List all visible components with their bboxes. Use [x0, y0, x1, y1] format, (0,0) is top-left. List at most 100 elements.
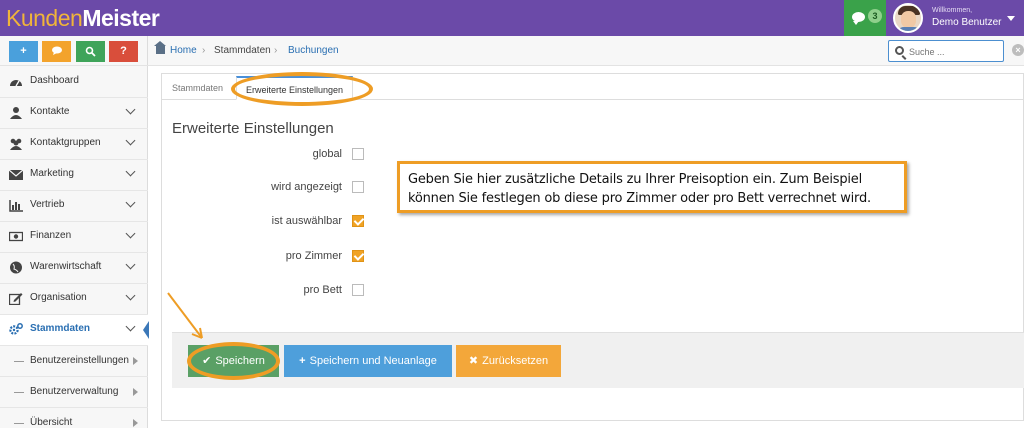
sidebar-item-dashboard[interactable]: Dashboard: [0, 67, 148, 98]
chevron-right-icon: [133, 357, 138, 365]
logo-part-meister: Meister: [82, 5, 160, 31]
user-menu-caret-icon[interactable]: [1007, 16, 1015, 21]
globe-icon: [10, 261, 22, 274]
envelope-icon: [9, 169, 23, 180]
plus-icon: +: [299, 355, 306, 367]
chevron-down-icon: [125, 321, 136, 332]
save-and-new-button-label: Speichern und Neuanlage: [309, 355, 437, 367]
field-label: ist auswählbar: [271, 215, 342, 227]
chevron-right-icon: [133, 419, 138, 427]
sidebar-subitem-uebersicht[interactable]: Übersicht: [0, 408, 148, 428]
avatar-shirt: [896, 27, 921, 31]
sidebar-item-organisation[interactable]: Organisation: [0, 284, 148, 315]
app-logo[interactable]: KundenMeister: [6, 4, 160, 32]
search-box[interactable]: [888, 40, 1004, 62]
tab-bar: Stammdaten Erweiterte Einstellungen: [161, 76, 1024, 100]
home-icon[interactable]: [154, 41, 166, 54]
help-icon[interactable]: ?: [109, 41, 138, 62]
checkbox-global[interactable]: [352, 148, 364, 160]
tab-erweiterte-einstellungen[interactable]: Erweiterte Einstellungen: [236, 76, 354, 100]
checkbox-ist-auswaehlbar[interactable]: [352, 215, 364, 227]
money-icon: [9, 231, 23, 242]
avatar-face: [901, 11, 916, 28]
sidebar-item-stammdaten[interactable]: Stammdaten: [0, 315, 149, 346]
subitem-dash: [14, 392, 24, 393]
sidebar-item-kontakte[interactable]: Kontakte: [0, 98, 148, 129]
callout-line-1: Geben Sie hier zusätzliche Details zu Ih…: [408, 172, 863, 187]
breadcrumb-home[interactable]: Home: [170, 45, 197, 56]
user-name[interactable]: Demo Benutzer: [932, 17, 1001, 28]
sidebar-item-finanzen[interactable]: Finanzen: [0, 222, 148, 253]
sidebar-item-label: Marketing: [30, 168, 74, 179]
sidebar-subitem-label: Benutzereinstellungen: [30, 355, 129, 366]
chevron-down-icon: [125, 259, 136, 270]
subitem-dash: [14, 423, 24, 424]
section-title: Erweiterte Einstellungen: [172, 120, 334, 137]
quick-buttons: + ?: [0, 36, 148, 66]
subitem-dash: [14, 361, 24, 362]
tab-stammdaten[interactable]: Stammdaten: [163, 76, 232, 100]
sidebar-item-label: Kontaktgruppen: [30, 137, 101, 148]
sidebar-subitem-label: Benutzerverwaltung: [30, 386, 119, 397]
sidebar-item-label: Stammdaten: [30, 323, 91, 334]
sidebar-item-label: Finanzen: [30, 230, 72, 241]
sidebar-item-marketing[interactable]: Marketing: [0, 160, 148, 191]
sidebar-subitem-benutzereinstellungen[interactable]: Benutzereinstellungen: [0, 346, 148, 377]
help-callout: Geben Sie hier zusätzliche Details zu Ih…: [397, 161, 907, 213]
chevron-down-icon: [125, 104, 136, 115]
search-input[interactable]: [909, 44, 999, 59]
checkbox-pro-zimmer[interactable]: [352, 250, 364, 262]
callout-text: Geben Sie hier zusätzliche Details zu Ih…: [408, 170, 871, 208]
save-and-new-button[interactable]: + Speichern und Neuanlage: [284, 345, 452, 377]
field-wird-angezeigt: wird angezeigt: [170, 179, 400, 199]
sidebar-item-label: Kontakte: [30, 106, 70, 117]
welcome-text: Willkommen,: [932, 7, 973, 14]
sidebar-item-label: Warenwirtschaft: [30, 261, 102, 272]
search-icon: [895, 46, 904, 55]
sidebar-item-label: Dashboard: [30, 75, 79, 86]
field-global: global: [170, 146, 400, 166]
avatar[interactable]: [893, 3, 923, 33]
chevron-down-icon: [125, 135, 136, 146]
sidebar-subitem-benutzerverwaltung[interactable]: Benutzerverwaltung: [0, 377, 148, 408]
chevron-down-icon: [125, 290, 136, 301]
breadcrumb-buchungen[interactable]: Buchungen: [288, 45, 339, 56]
field-pro-zimmer: pro Zimmer: [170, 248, 400, 268]
messages-button[interactable]: 3: [844, 0, 886, 36]
reset-button-label: Zurücksetzen: [482, 355, 549, 367]
breadcrumb: Home › Stammdaten › Buchungen ×: [148, 36, 1024, 66]
field-label: global: [312, 148, 342, 160]
field-label: wird angezeigt: [271, 181, 342, 193]
checkbox-wird-angezeigt[interactable]: [352, 181, 364, 193]
field-label: pro Bett: [303, 284, 342, 296]
search-icon[interactable]: [76, 41, 105, 62]
chevron-down-icon: [125, 197, 136, 208]
chevron-down-icon: [125, 166, 136, 177]
save-button-label: Speichern: [215, 355, 265, 367]
bar-chart-icon: [9, 200, 23, 212]
chevron-right-icon: [133, 388, 138, 396]
gears-icon: [9, 323, 23, 335]
checkbox-pro-bett[interactable]: [352, 284, 364, 296]
sidebar-item-kontaktgruppen[interactable]: Kontaktgruppen: [0, 129, 148, 160]
close-icon[interactable]: ×: [1012, 44, 1024, 56]
field-ist-auswaehlbar: ist auswählbar: [170, 213, 400, 233]
breadcrumb-separator: ›: [274, 45, 278, 56]
logo-part-kunden: Kunden: [6, 5, 83, 31]
sidebar-item-label: Vertrieb: [30, 199, 65, 210]
chat-bubble-icon: [852, 12, 865, 25]
reset-button[interactable]: ✖ Zurücksetzen: [456, 345, 561, 377]
top-bar: KundenMeister 3 Willkommen, Demo Benutze…: [0, 0, 1024, 36]
breadcrumb-separator: ›: [202, 45, 206, 56]
chevron-down-icon: [125, 228, 136, 239]
sidebar-item-vertrieb[interactable]: Vertrieb: [0, 191, 148, 222]
check-icon: ✔: [202, 355, 212, 367]
message-count-badge: 3: [868, 9, 882, 23]
group-icon: [10, 138, 22, 150]
sidebar-subitem-label: Übersicht: [30, 417, 73, 428]
chat-icon[interactable]: [42, 41, 71, 62]
sidebar-item-warenwirtschaft[interactable]: Warenwirtschaft: [0, 253, 148, 284]
sidebar: + ? Dashboard Kontakte Kontaktgruppen Ma…: [0, 36, 149, 428]
breadcrumb-stammdaten[interactable]: Stammdaten: [214, 45, 271, 56]
add-icon[interactable]: +: [9, 41, 38, 62]
